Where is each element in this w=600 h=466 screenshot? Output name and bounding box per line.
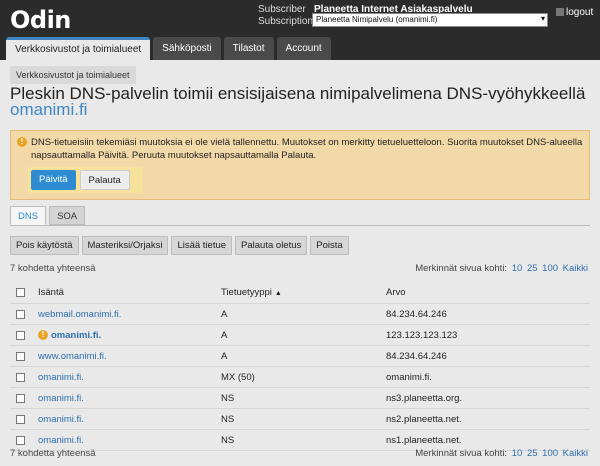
modified-warning-icon: ! xyxy=(38,330,48,340)
table-row: omanimi.fi. NS ns2.planeetta.net. xyxy=(10,409,590,430)
subscription-value: Planeetta Nimipalvelu (omanimi.fi) xyxy=(316,15,438,24)
record-value: 84.234.64.246 xyxy=(386,350,447,362)
table-row: webmail.omanimi.fi. A 84.234.64.246 xyxy=(10,304,590,325)
unsaved-changes-warning: ! DNS-tietueisiin tekemiäsi muutoksia ei… xyxy=(10,130,590,200)
row-checkbox[interactable] xyxy=(16,414,25,424)
per-page-10[interactable]: 10 xyxy=(512,448,523,459)
logout-link[interactable]: logout xyxy=(556,7,593,18)
record-value: 123.123.123.123 xyxy=(386,329,458,341)
main-tabs: Verkkosivustot ja toimialueet Sähköposti… xyxy=(6,37,331,60)
breadcrumb[interactable]: Verkkosivustot ja toimialueet xyxy=(10,66,136,84)
column-type-label: Tietuetyyppi xyxy=(221,287,272,298)
remove-button[interactable]: Poista xyxy=(310,236,349,255)
per-page-selector: Merkinnät sivua kohti: 10 25 100 Kaikki xyxy=(415,263,588,274)
table-row: www.omanimi.fi. A 84.234.64.246 xyxy=(10,346,590,367)
top-bar: Odin Subscriber Planeetta Internet Asiak… xyxy=(0,0,600,60)
tab-soa[interactable]: SOA xyxy=(49,206,86,225)
host-link[interactable]: omanimi.fi. xyxy=(38,414,84,425)
host-link[interactable]: webmail.omanimi.fi. xyxy=(38,309,121,320)
record-value: ns1.planeetta.net. xyxy=(386,434,462,446)
table-header: Isäntä Tietuetyyppi ▲ Arvo xyxy=(10,282,590,304)
subscription-label: Subscription xyxy=(258,16,314,27)
record-value: omanimi.fi. xyxy=(386,371,432,383)
per-page-100[interactable]: 100 xyxy=(542,263,558,274)
table-row: omanimi.fi. MX (50) omanimi.fi. xyxy=(10,367,590,388)
record-value: ns2.planeetta.net. xyxy=(386,413,462,425)
total-count: 7 kohdetta yhteensä xyxy=(10,263,96,274)
subscriber-label: Subscriber xyxy=(258,4,306,15)
record-type: A xyxy=(221,308,228,320)
warning-icon: ! xyxy=(17,137,27,147)
tab-websites-domains[interactable]: Verkkosivustot ja toimialueet xyxy=(6,37,151,60)
column-host[interactable]: Isäntä xyxy=(32,287,221,298)
row-checkbox[interactable] xyxy=(16,309,25,319)
host-link[interactable]: omanimi.fi. xyxy=(38,372,84,383)
dns-subtabs: DNS SOA xyxy=(10,206,86,225)
page-domain: omanimi.fi xyxy=(10,100,88,119)
host-link[interactable]: omanimi.fi. xyxy=(38,393,84,404)
total-count-bottom: 7 kohdetta yhteensä xyxy=(10,448,96,459)
record-type: A xyxy=(221,350,228,362)
tab-mail[interactable]: Sähköposti xyxy=(153,37,221,60)
record-type: MX (50) xyxy=(221,371,255,383)
row-checkbox[interactable] xyxy=(16,435,25,445)
sort-asc-icon: ▲ xyxy=(274,290,282,297)
column-type[interactable]: Tietuetyyppi ▲ xyxy=(221,287,386,298)
chevron-down-icon: ▾ xyxy=(540,14,545,23)
host-link[interactable]: www.omanimi.fi. xyxy=(38,351,107,362)
host-link[interactable]: omanimi.fi. xyxy=(38,435,84,446)
warning-text: DNS-tietueisiin tekemiäsi muutoksia ei o… xyxy=(31,137,583,161)
per-page-label: Merkinnät sivua kohti: xyxy=(415,448,508,459)
subscription-select[interactable]: Planeetta Nimipalvelu (omanimi.fi) ▾ xyxy=(312,13,548,27)
per-page-10[interactable]: 10 xyxy=(512,263,523,274)
app-logo[interactable]: Odin xyxy=(10,6,71,34)
tab-account[interactable]: Account xyxy=(276,37,331,60)
select-all-checkbox[interactable] xyxy=(16,288,25,297)
row-checkbox[interactable] xyxy=(16,393,25,403)
table-row: ! omanimi.fi. A 123.123.123.123 xyxy=(10,325,590,346)
per-page-all[interactable]: Kaikki xyxy=(563,263,588,274)
page-title: Pleskin DNS-palvelin toimii ensisijaisen… xyxy=(10,84,586,103)
dns-records-table: Isäntä Tietuetyyppi ▲ Arvo webmail.omanim… xyxy=(10,282,590,451)
tab-statistics[interactable]: Tilastot xyxy=(223,37,274,60)
record-type: NS xyxy=(221,434,235,446)
tab-dns[interactable]: DNS xyxy=(10,206,47,225)
per-page-25[interactable]: 25 xyxy=(527,263,538,274)
row-checkbox[interactable] xyxy=(16,351,25,361)
per-page-25[interactable]: 25 xyxy=(527,448,538,459)
update-button[interactable]: Päivitä xyxy=(31,170,76,190)
warning-actions: Päivitä Palauta xyxy=(28,167,142,193)
divider xyxy=(10,225,590,226)
table-row: omanimi.fi. NS ns3.planeetta.org. xyxy=(10,388,590,409)
records-toolbar: Pois käytöstä Masteriksi/Orjaksi Lisää t… xyxy=(10,236,349,255)
master-slave-button[interactable]: Masteriksi/Orjaksi xyxy=(81,236,169,255)
logout-label: logout xyxy=(566,7,594,18)
host-link[interactable]: omanimi.fi. xyxy=(51,330,101,341)
logout-icon xyxy=(556,8,564,16)
record-value: 84.234.64.246 xyxy=(386,308,447,320)
record-type: A xyxy=(221,329,228,341)
revert-button[interactable]: Palauta xyxy=(79,170,130,190)
add-record-button[interactable]: Lisää tietue xyxy=(171,236,233,255)
per-page-selector-bottom: Merkinnät sivua kohti: 10 25 100 Kaikki xyxy=(415,448,588,459)
per-page-100[interactable]: 100 xyxy=(542,448,558,459)
disable-button[interactable]: Pois käytöstä xyxy=(10,236,79,255)
per-page-all[interactable]: Kaikki xyxy=(563,448,588,459)
restore-defaults-button[interactable]: Palauta oletus xyxy=(235,236,308,255)
record-value: ns3.planeetta.org. xyxy=(386,392,463,404)
record-type: NS xyxy=(221,413,235,425)
row-checkbox[interactable] xyxy=(16,330,25,340)
column-value[interactable]: Arvo xyxy=(386,287,576,298)
row-checkbox[interactable] xyxy=(16,372,25,382)
per-page-label: Merkinnät sivua kohti: xyxy=(415,263,508,274)
record-type: NS xyxy=(221,392,235,404)
